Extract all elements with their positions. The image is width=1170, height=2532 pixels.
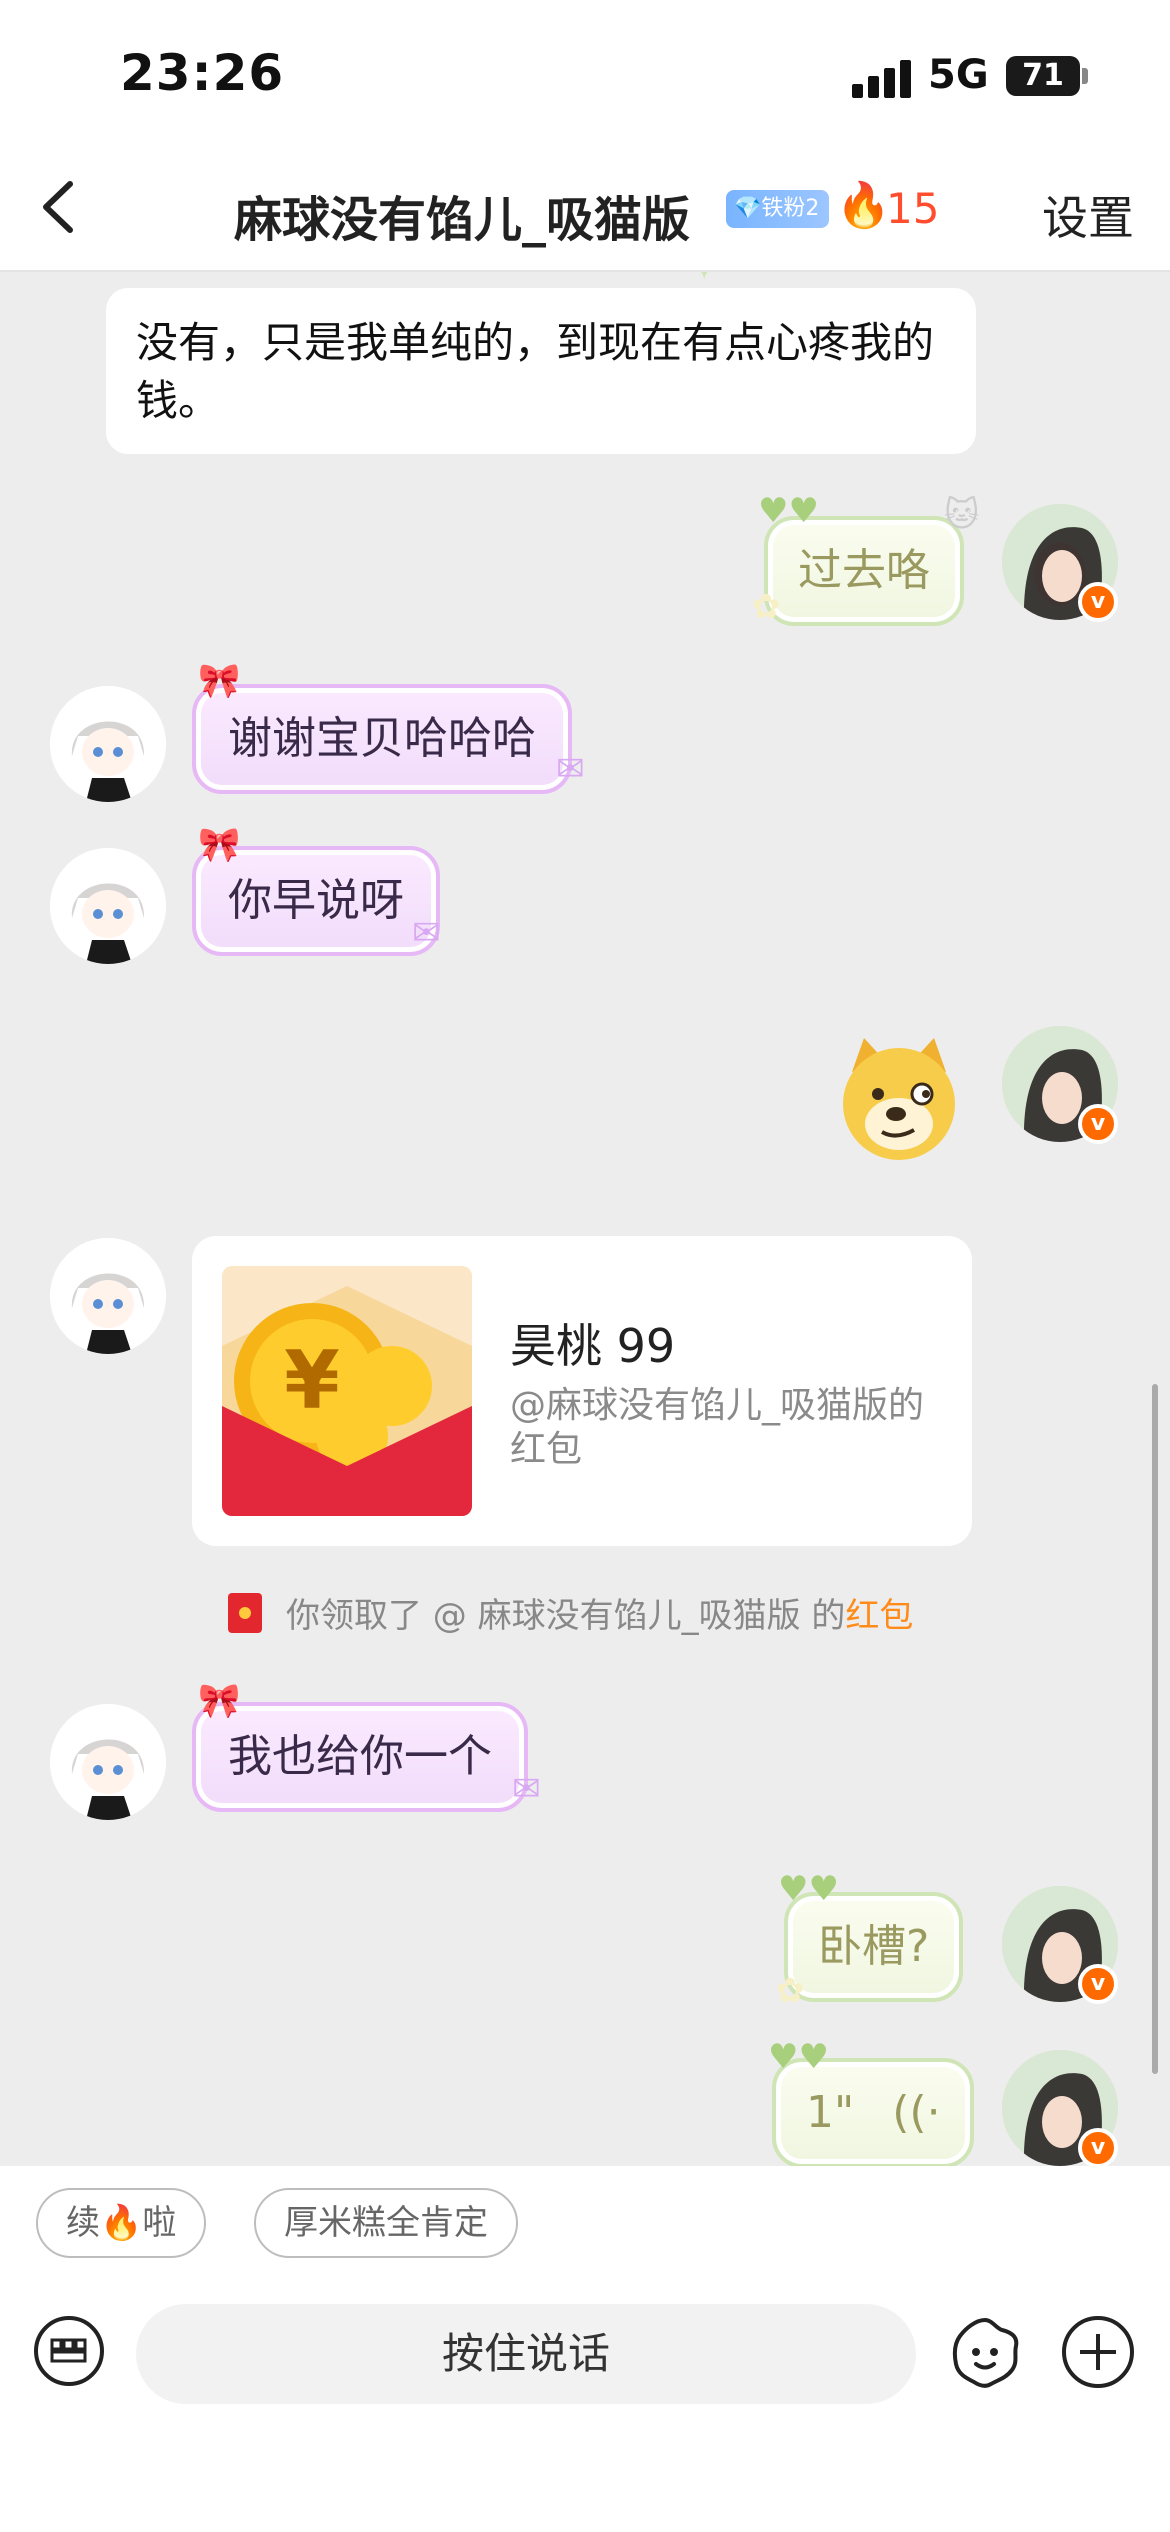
heart-icon: ♥♥ bbox=[758, 491, 819, 531]
doge-icon bbox=[843, 1038, 955, 1160]
avatar-anime bbox=[50, 848, 166, 964]
red-packet-mini-icon bbox=[228, 1593, 262, 1633]
message-bubble-received[interactable]: 没有，只是我单纯的，到现在有点心疼我的钱。 bbox=[106, 288, 976, 454]
bubble-decoration: ✦ bbox=[690, 272, 719, 286]
red-packet-card[interactable]: ¥ 昊桃 99 @麻球没有馅儿_吸猫版的红包 bbox=[192, 1236, 972, 1546]
battery-tip bbox=[1082, 68, 1088, 84]
red-packet-title: 昊桃 99 bbox=[510, 1319, 676, 1373]
fire-streak-count: 15 bbox=[886, 184, 940, 233]
message-bubble-sent[interactable]: 过去咯 bbox=[764, 516, 964, 626]
fire-icon: 🔥 bbox=[836, 180, 891, 231]
avatar-anime bbox=[50, 1704, 166, 1820]
red-packet-icon: ¥ bbox=[222, 1266, 472, 1516]
verified-badge-icon: v bbox=[1078, 1104, 1118, 1144]
verified-badge-icon: v bbox=[1078, 1964, 1118, 2004]
friend-avatar[interactable] bbox=[50, 848, 166, 964]
red-packet-sender: @麻球没有馅儿_吸猫版的红包 bbox=[510, 1385, 925, 1470]
verified-badge-icon: v bbox=[1078, 582, 1118, 622]
status-bar: 23:26 5G 71 bbox=[0, 0, 1170, 150]
hold-to-talk-button[interactable]: 按住说话 bbox=[136, 2304, 916, 2404]
avatar-anime bbox=[50, 1238, 166, 1354]
flower-icon: ✿ bbox=[776, 1971, 805, 2011]
fan-level-badge[interactable]: 💎铁粉2 bbox=[726, 190, 830, 228]
bottom-input-panel: 续🔥啦 厚米糕全肯定 按住说话 bbox=[0, 2166, 1170, 2532]
friend-avatar[interactable] bbox=[50, 686, 166, 802]
heart-icon: ♥♥ bbox=[778, 1869, 839, 1909]
message-bubble-received[interactable]: 谢谢宝贝哈哈哈 bbox=[192, 684, 572, 794]
chat-title[interactable]: 麻球没有馅儿_吸猫版 bbox=[234, 180, 690, 250]
friend-avatar[interactable] bbox=[50, 1238, 166, 1354]
chat-header: 麻球没有馅儿_吸猫版 💎铁粉2 🔥 15 设置 bbox=[0, 150, 1170, 272]
chat-area[interactable]: ✦ 没有，只是我单纯的，到现在有点心疼我的钱。 v 过去咯 ♥♥ 🐱 ✿ 谢谢宝… bbox=[0, 272, 1170, 2166]
sticker-icon[interactable] bbox=[946, 2314, 1024, 2392]
back-button[interactable] bbox=[26, 172, 96, 242]
battery-icon: 71 bbox=[1006, 56, 1080, 96]
diamond-icon: 💎 bbox=[734, 196, 762, 221]
bow-icon: 🎀 bbox=[198, 1681, 241, 1721]
fan-level-label: 铁粉2 bbox=[761, 196, 820, 221]
envelope-icon: ✉ bbox=[512, 1769, 541, 1809]
chevron-left-icon bbox=[43, 181, 73, 233]
red-packet-link[interactable]: 红包 bbox=[845, 1596, 913, 1636]
friend-avatar[interactable] bbox=[50, 1704, 166, 1820]
network-label: 5G bbox=[928, 52, 989, 98]
plus-icon[interactable] bbox=[1062, 2316, 1134, 2388]
system-notice-text: 你领取了 @ 麻球没有馅儿_吸猫版 的 bbox=[286, 1596, 846, 1636]
envelope-icon: ✉ bbox=[556, 749, 585, 789]
settings-button[interactable]: 设置 bbox=[1042, 182, 1134, 248]
doge-sticker[interactable] bbox=[834, 1032, 964, 1162]
voice-wave-icon: ((· bbox=[892, 2087, 941, 2138]
verified-badge-icon: v bbox=[1078, 2128, 1118, 2166]
quick-reply-chip[interactable]: 厚米糕全肯定 bbox=[254, 2188, 518, 2258]
keyboard-toggle-icon[interactable] bbox=[34, 2316, 104, 2386]
flower-icon: ✿ bbox=[752, 587, 781, 627]
system-notice: 你领取了 @ 麻球没有馅儿_吸猫版 的红包 bbox=[228, 1588, 913, 1636]
chat-scrollbar[interactable] bbox=[1152, 1384, 1158, 2074]
voice-duration: 1" bbox=[806, 2087, 855, 2138]
envelope-icon: ✉ bbox=[412, 913, 441, 953]
avatar-anime bbox=[50, 686, 166, 802]
bow-icon: 🎀 bbox=[198, 825, 241, 865]
status-time: 23:26 bbox=[120, 44, 285, 102]
cat-icon: 🐱 bbox=[944, 495, 980, 535]
bow-icon: 🎀 bbox=[198, 661, 241, 701]
message-bubble-received[interactable]: 我也给你一个 bbox=[192, 1702, 528, 1812]
heart-icon: ♥♥ bbox=[768, 2037, 829, 2077]
signal-icon bbox=[852, 60, 912, 98]
quick-reply-chip[interactable]: 续🔥啦 bbox=[36, 2188, 207, 2258]
